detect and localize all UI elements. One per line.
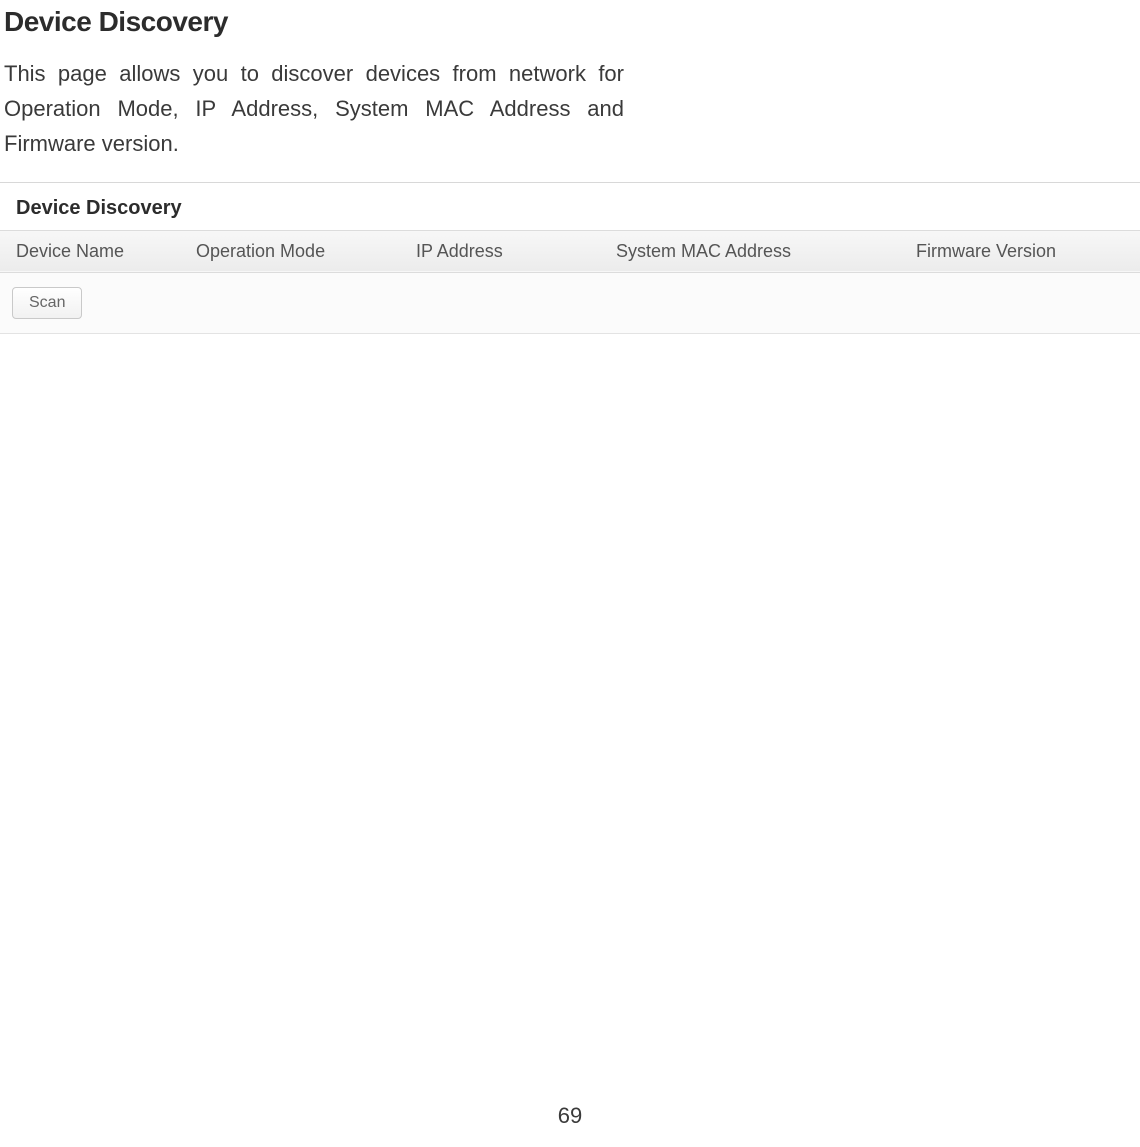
page-number: 69 <box>558 1103 582 1129</box>
col-device-name: Device Name <box>0 230 180 272</box>
table-header-row: Device Name Operation Mode IP Address Sy… <box>0 230 1140 272</box>
intro-paragraph: This page allows you to discover devices… <box>4 56 624 162</box>
device-discovery-panel: Device Discovery Device Name Operation M… <box>0 182 1140 334</box>
panel-title: Device Discovery <box>0 183 1140 230</box>
col-firmware-version: Firmware Version <box>900 230 1140 272</box>
col-system-mac: System MAC Address <box>600 230 900 272</box>
col-operation-mode: Operation Mode <box>180 230 400 272</box>
device-discovery-table: Device Name Operation Mode IP Address Sy… <box>0 230 1140 273</box>
scan-row: Scan <box>0 273 1140 334</box>
col-ip-address: IP Address <box>400 230 600 272</box>
page-title: Device Discovery <box>4 6 1140 38</box>
scan-button[interactable]: Scan <box>12 287 82 319</box>
